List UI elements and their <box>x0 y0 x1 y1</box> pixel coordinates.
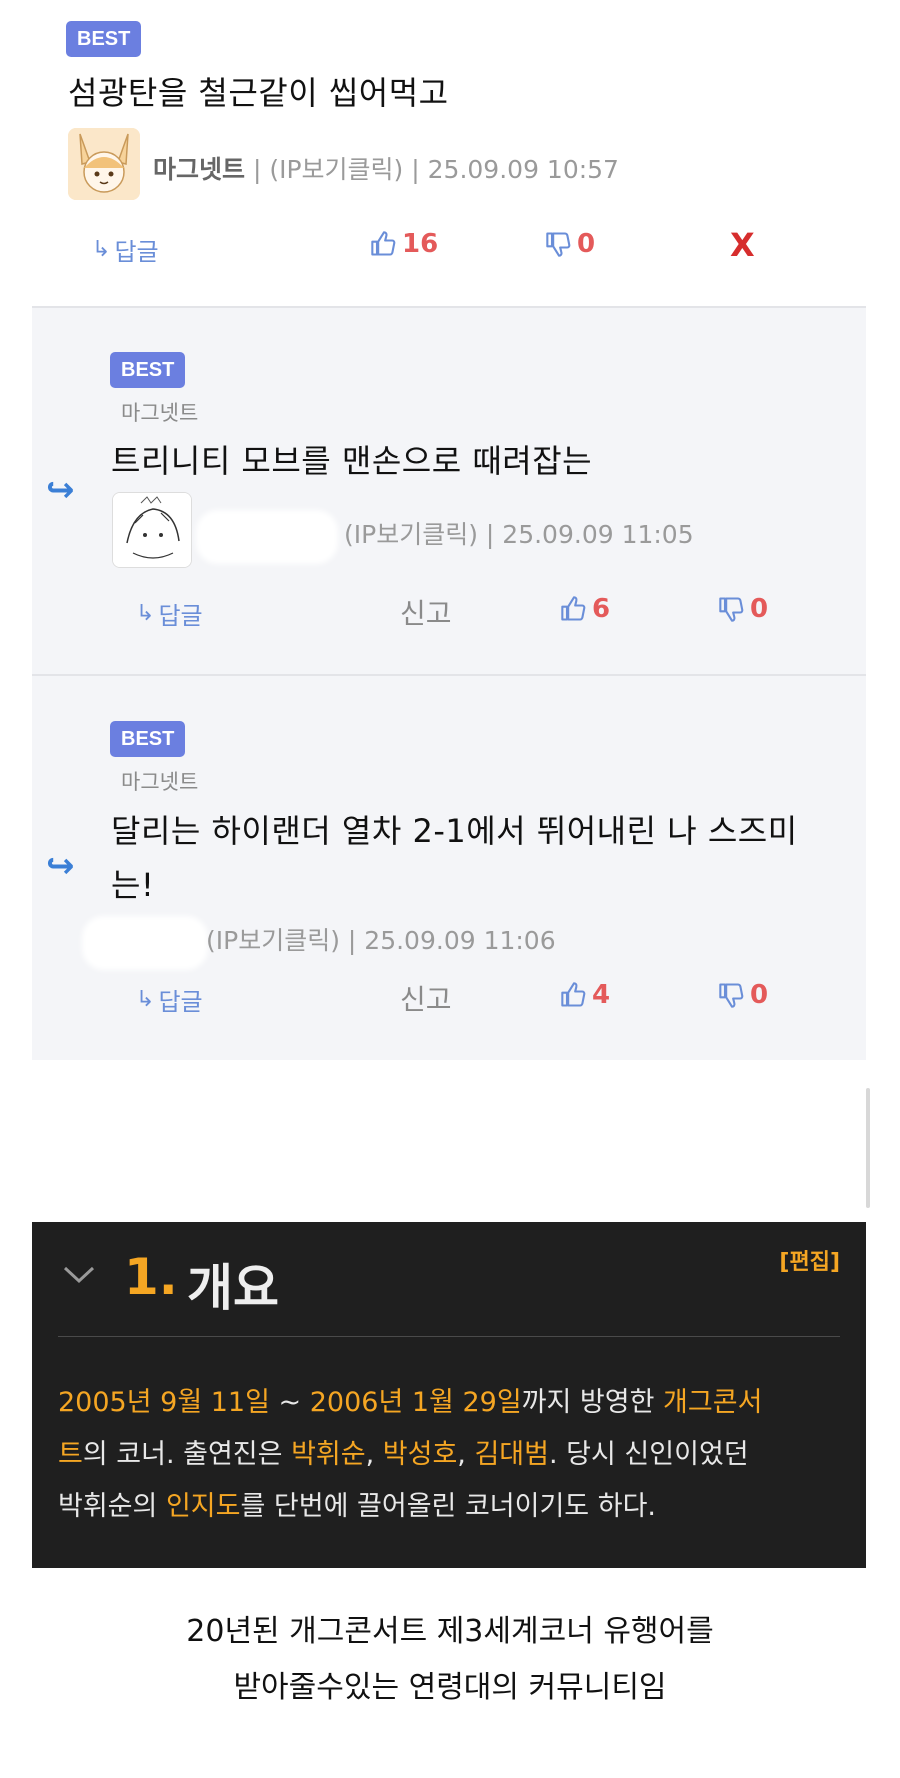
show-link[interactable]: 트 <box>58 1439 83 1470</box>
parent-nickname[interactable]: 마그넷트 <box>121 766 198 796</box>
cast-link[interactable]: 김대범 <box>474 1439 549 1470</box>
text-span: , <box>457 1439 475 1470</box>
caption-line: 받아줄수있는 연령대의 커뮤니티임 <box>233 1670 667 1705</box>
section-heading: 개요 <box>187 1259 279 1317</box>
text-span: 를 단번에 끌어올린 코너이기도 하다. <box>240 1491 656 1522</box>
text-span: 의 코너. 출연진은 <box>82 1439 292 1470</box>
reply-arrow-icon: ↳ <box>136 987 155 1012</box>
delete-button[interactable]: X <box>730 226 755 264</box>
reply-label: 답글 <box>114 238 159 266</box>
like-count: 6 <box>592 594 611 624</box>
report-button[interactable]: 신고 <box>400 978 452 1018</box>
comment-text: 섬광탄을 철근같이 씹어먹고 <box>68 74 449 112</box>
dislike-button[interactable]: 0 <box>718 594 768 624</box>
thumbs-up-icon <box>371 231 396 256</box>
thumbs-down-icon <box>719 597 744 622</box>
dislike-count: 0 <box>750 980 769 1010</box>
caption-line: 20년된 개그콘서트 제3세계코너 유행어를 <box>186 1614 714 1649</box>
comment-meta: 마그넷트 | (IP보기클릭) | 25.09.09 10:57 <box>153 155 619 184</box>
reply-text-line2: 는! <box>111 866 155 904</box>
thumbs-up-icon <box>561 982 586 1007</box>
ip-link[interactable]: (IP보기클릭) <box>344 520 478 549</box>
dislike-button[interactable]: 0 <box>545 229 595 259</box>
date-end-link[interactable]: 2006년 1월 29일 <box>310 1387 522 1418</box>
wiki-section: 1. 개요 [편집] 2005년 9월 11일 ~ 2006년 1월 29일까지… <box>32 1222 866 1568</box>
reply-meta: (IP보기클릭) | 25.09.09 11:05 <box>344 520 694 549</box>
reply-indicator-icon: ↪ <box>46 470 75 510</box>
text-span: , <box>365 1439 383 1470</box>
reply-text: 트리니티 모브를 맨손으로 때려잡는 <box>111 442 593 480</box>
dislike-count: 0 <box>577 229 596 259</box>
user-avatar[interactable] <box>112 492 192 568</box>
timestamp: 25.09.09 10:57 <box>427 155 619 184</box>
best-badge: BEST <box>110 721 186 757</box>
show-link[interactable]: 개그콘서 <box>663 1387 762 1418</box>
reply-arrow-icon: ↳ <box>136 601 155 626</box>
best-badge: BEST <box>66 21 142 57</box>
date-start-link[interactable]: 2005년 9월 11일 <box>58 1387 270 1418</box>
dislike-count: 0 <box>750 594 769 624</box>
like-button[interactable]: 6 <box>560 594 610 624</box>
timestamp: 25.09.09 11:06 <box>364 926 556 955</box>
nickname[interactable]: 마그넷트 <box>153 155 245 184</box>
best-badge: BEST <box>110 352 186 388</box>
reply-label: 답글 <box>158 988 203 1016</box>
reply-button[interactable]: ↳ 답글 <box>136 596 203 631</box>
report-button[interactable]: 신고 <box>400 592 452 632</box>
text-span: 까지 방영한 <box>521 1387 664 1418</box>
scrollbar[interactable] <box>866 1088 870 1208</box>
thumbs-down-icon <box>546 232 571 257</box>
cast-link[interactable]: 박휘순 <box>291 1439 366 1470</box>
caption: 20년된 개그콘서트 제3세계코너 유행어를 받아줄수있는 연령대의 커뮤니티임 <box>0 1604 900 1716</box>
hidden-nickname <box>196 510 338 564</box>
reply-arrow-icon: ↳ <box>92 237 111 262</box>
reply-button[interactable]: ↳ 답글 <box>92 232 159 267</box>
text-span: 박휘순의 <box>58 1491 166 1522</box>
like-count: 4 <box>592 980 611 1010</box>
ip-link[interactable]: (IP보기클릭) <box>206 926 340 955</box>
user-avatar[interactable] <box>68 128 140 200</box>
section-body: 2005년 9월 11일 ~ 2006년 1월 29일까지 방영한 개그콘서트의… <box>58 1377 840 1533</box>
reply-label: 답글 <box>158 602 203 630</box>
section-number: 1. <box>124 1248 178 1306</box>
thumbs-up-icon <box>561 596 586 621</box>
parent-nickname[interactable]: 마그넷트 <box>121 397 198 427</box>
reply-meta: (IP보기클릭) | 25.09.09 11:06 <box>206 926 556 955</box>
cast-link[interactable]: 박성호 <box>383 1439 458 1470</box>
hidden-nickname <box>82 916 208 970</box>
reply-text-line1: 달리는 하이랜더 열차 2-1에서 뛰어내린 나 스즈미 <box>111 812 798 850</box>
ip-link[interactable]: (IP보기클릭) <box>269 155 403 184</box>
dislike-button[interactable]: 0 <box>718 980 768 1010</box>
section-divider <box>58 1336 840 1337</box>
edit-link[interactable]: [편집] <box>779 1244 840 1276</box>
like-count: 16 <box>402 229 439 259</box>
like-button[interactable]: 4 <box>560 980 610 1010</box>
timestamp: 25.09.09 11:05 <box>502 520 694 549</box>
chevron-down-icon[interactable] <box>62 1260 96 1293</box>
reply-button[interactable]: ↳ 답글 <box>136 982 203 1017</box>
like-button[interactable]: 16 <box>370 229 438 259</box>
fame-link[interactable]: 인지도 <box>166 1491 241 1522</box>
text-span: . 당시 신인이었던 <box>549 1439 749 1470</box>
thumbs-down-icon <box>719 983 744 1008</box>
reply-indicator-icon: ↪ <box>46 846 75 886</box>
text-span: ~ <box>269 1387 310 1418</box>
